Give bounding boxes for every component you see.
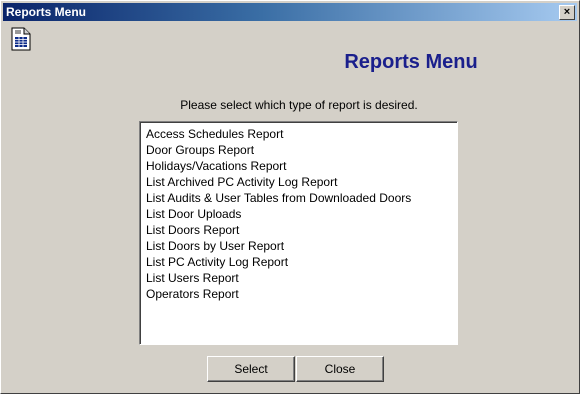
- close-button[interactable]: Close: [296, 356, 384, 382]
- report-document-icon: [11, 27, 31, 51]
- list-item[interactable]: Holidays/Vacations Report: [146, 158, 457, 174]
- list-item[interactable]: List Doors by User Report: [146, 238, 457, 254]
- report-list: Access Schedules Report Door Groups Repor…: [140, 122, 457, 302]
- window-close-button[interactable]: ×: [559, 5, 575, 20]
- list-item[interactable]: List Users Report: [146, 270, 457, 286]
- window-title: Reports Menu: [6, 5, 87, 19]
- page-title: Reports Menu: [344, 51, 478, 73]
- title-bar[interactable]: Reports Menu ×: [3, 3, 577, 21]
- list-item[interactable]: Access Schedules Report: [146, 126, 457, 142]
- select-button[interactable]: Select: [207, 356, 295, 382]
- report-type-listbox[interactable]: Access Schedules Report Door Groups Repor…: [139, 121, 458, 345]
- list-item[interactable]: List Door Uploads: [146, 206, 457, 222]
- list-item[interactable]: List Audits & User Tables from Downloade…: [146, 190, 457, 206]
- close-icon: ×: [563, 6, 571, 18]
- list-item[interactable]: Door Groups Report: [146, 142, 457, 158]
- list-item[interactable]: List PC Activity Log Report: [146, 254, 457, 270]
- list-item[interactable]: Operators Report: [146, 286, 457, 302]
- reports-menu-window: Reports Menu × Reports Menu Please selec…: [0, 0, 580, 394]
- list-item[interactable]: List Archived PC Activity Log Report: [146, 174, 457, 190]
- list-item[interactable]: List Doors Report: [146, 222, 457, 238]
- selection-prompt: Please select which type of report is de…: [180, 98, 418, 112]
